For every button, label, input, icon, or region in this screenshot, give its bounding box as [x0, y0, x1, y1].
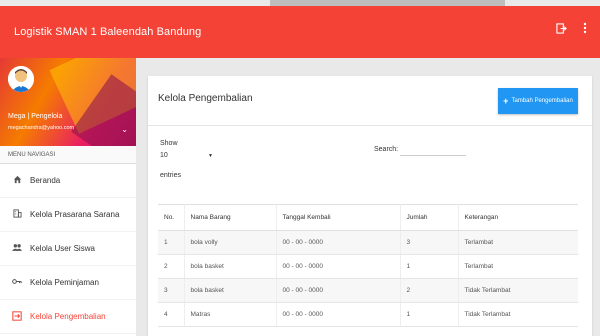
add-pengembalian-button[interactable]: + Tambah Pengembalian: [498, 88, 578, 114]
sidebar-item-label: Kelola User Siswa: [30, 244, 95, 253]
table-cell: Tidak Terlambat: [458, 278, 578, 303]
people-icon: [10, 243, 24, 254]
table-header-row: No. Nama Barang Tanggal Kembali Jumlah K…: [158, 204, 578, 231]
top-app-bar: Logistik SMAN 1 Baleendah Bandung: [0, 6, 600, 58]
entries-label: entries: [160, 172, 182, 179]
building-icon: [10, 209, 24, 220]
sidebar-item-prasarana[interactable]: Kelola Prasarana Sarana: [0, 198, 136, 232]
column-header[interactable]: Nama Barang: [184, 204, 277, 231]
sidebar-item-label: Kelola Peminjaman: [30, 278, 99, 287]
profile-email: megachandra@yahoo.com: [8, 125, 75, 131]
column-header[interactable]: Keterangan: [458, 204, 578, 231]
table-row[interactable]: 1 bola volly 00 - 00 - 0000 3 Terlambat: [158, 230, 578, 255]
table-cell: 2: [400, 278, 459, 303]
table-cell: 1: [400, 302, 459, 327]
column-header[interactable]: Jumlah: [400, 204, 459, 231]
pengembalian-table: No. Nama Barang Tanggal Kembali Jumlah K…: [158, 204, 578, 327]
chevron-down-icon[interactable]: ⌄: [121, 125, 128, 134]
table-cell: 3: [400, 230, 459, 255]
sidebar-item-label: Kelola Pengembalian: [30, 312, 106, 321]
table-controls: Show 10 ▼ entries Search:: [148, 126, 592, 196]
plus-icon: +: [503, 96, 509, 106]
table-cell: 3: [158, 278, 185, 303]
table-cell: 00 - 00 - 0000: [276, 278, 401, 303]
sidebar-item-pengembalian[interactable]: Kelola Pengembalian: [0, 300, 136, 334]
search-label: Search:: [374, 146, 399, 153]
user-profile-panel: Mega | Pengelola megachandra@yahoo.com ⌄: [0, 58, 136, 146]
sidebar-item-peminjaman[interactable]: Kelola Peminjaman: [0, 266, 136, 300]
table-cell: 4: [158, 302, 185, 327]
add-button-label: Tambah Pengembalian: [511, 98, 573, 104]
show-label: Show: [160, 140, 178, 147]
key-icon: [10, 277, 24, 288]
home-icon: [10, 175, 24, 186]
table-cell: bola basket: [184, 254, 277, 279]
table-cell: 00 - 00 - 0000: [276, 254, 401, 279]
sidebar-item-label: Kelola Prasarana Sarana: [30, 210, 120, 219]
caret-down-icon: ▼: [208, 153, 213, 159]
return-icon: [10, 310, 24, 323]
table-cell: 1: [158, 230, 185, 255]
table-cell: bola volly: [184, 230, 277, 255]
profile-name: Mega | Pengelola: [8, 113, 63, 120]
table-cell: Terlambat: [458, 254, 578, 279]
table-cell: 00 - 00 - 0000: [276, 230, 401, 255]
logout-icon[interactable]: [554, 22, 568, 37]
table-row[interactable]: 3 bola basket 00 - 00 - 0000 2 Tidak Ter…: [158, 278, 578, 303]
search-input[interactable]: [400, 144, 466, 156]
topbar-actions: [554, 22, 592, 37]
column-header[interactable]: Tanggal Kembali: [276, 204, 401, 231]
menu-header: MENU NAVIGASI: [0, 146, 136, 164]
card-header: Kelola Pengembalian + Tambah Pengembalia…: [148, 76, 592, 126]
content-card: Kelola Pengembalian + Tambah Pengembalia…: [148, 76, 592, 336]
sidebar-item-beranda[interactable]: Beranda: [0, 164, 136, 198]
more-vert-icon[interactable]: [578, 22, 592, 37]
sidebar: Mega | Pengelola megachandra@yahoo.com ⌄…: [0, 58, 136, 336]
table-cell: 2: [158, 254, 185, 279]
sidebar-item-user-siswa[interactable]: Kelola User Siswa: [0, 232, 136, 266]
column-header[interactable]: No.: [158, 204, 185, 231]
avatar: [8, 66, 34, 92]
entries-select[interactable]: 10 ▼: [160, 152, 218, 164]
table-cell: bola basket: [184, 278, 277, 303]
table-cell: Matras: [184, 302, 277, 327]
table-row[interactable]: 2 bola basket 00 - 00 - 0000 1 Terlambat: [158, 254, 578, 279]
table-cell: 1: [400, 254, 459, 279]
app-title: Logistik SMAN 1 Baleendah Bandung: [14, 26, 202, 38]
table-row[interactable]: 4 Matras 00 - 00 - 0000 1 Tidak Terlamba…: [158, 302, 578, 327]
entries-value: 10: [160, 152, 168, 159]
table-cell: 00 - 00 - 0000: [276, 302, 401, 327]
page-title: Kelola Pengembalian: [158, 93, 253, 104]
table-cell: Tidak Terlambat: [458, 302, 578, 327]
sidebar-item-label: Beranda: [30, 176, 61, 185]
table-cell: Terlambat: [458, 230, 578, 255]
